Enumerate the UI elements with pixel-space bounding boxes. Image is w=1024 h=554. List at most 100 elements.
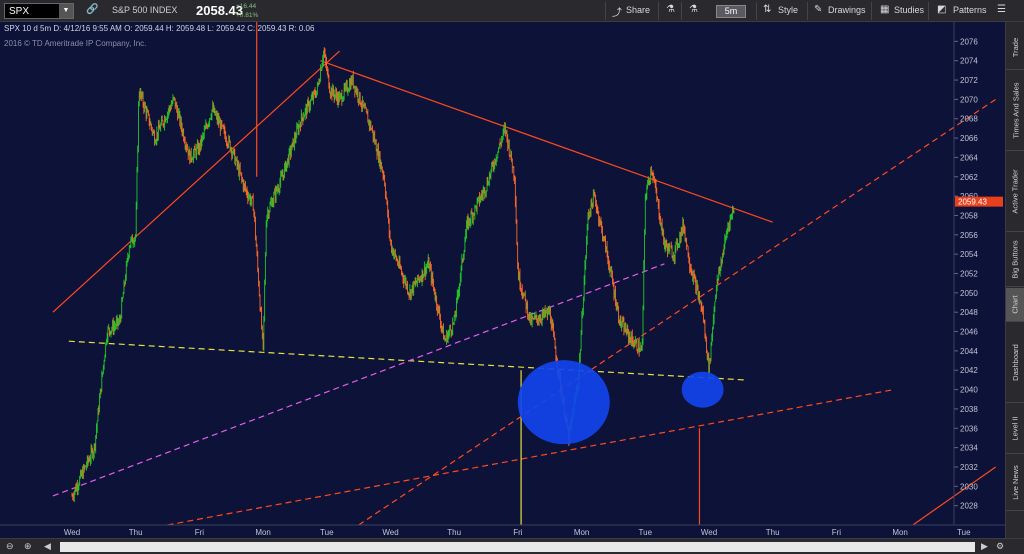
current-price-label: 2059.43 <box>955 196 1003 207</box>
x-tick-label: Mon <box>574 528 590 537</box>
patterns-icon[interactable]: ◩ <box>937 4 946 15</box>
toolbar-divider <box>605 2 606 20</box>
tab-label: Live News <box>1011 465 1021 500</box>
chevron-right-icon[interactable]: ▶ <box>981 541 988 552</box>
chart-info-line: SPX 10 d 5m D: 4/12/16 9:55 AM O: 2059.4… <box>4 24 315 33</box>
tab-label: Level II <box>1011 416 1020 441</box>
tab-chart[interactable]: Chart <box>1006 288 1024 322</box>
tab-big-buttons[interactable]: Big Buttons <box>1006 233 1024 287</box>
toolbar: SPX ▼ 🔗 S&P 500 INDEX 2058.43 +16.44 +0.… <box>0 0 1024 22</box>
symbol-input[interactable]: SPX <box>9 6 29 17</box>
y-tick-label: 2028 <box>960 502 978 511</box>
studies-icon[interactable]: ▦ <box>880 4 889 15</box>
x-tick-label: Fri <box>513 528 523 537</box>
y-tick-label: 2050 <box>960 289 978 298</box>
price-chart[interactable]: 2028 2030 2032 2034 2036 2038 2040 2042 2044 2046… <box>0 22 1005 538</box>
y-tick-label: 2038 <box>960 405 978 414</box>
y-tick-label: 2068 <box>960 115 978 124</box>
y-tick-label: 2072 <box>960 76 978 85</box>
y-tick-label: 2036 <box>960 424 978 433</box>
y-tick-label: 2074 <box>960 57 978 66</box>
chart-background <box>0 22 1005 538</box>
y-tick-label: 2066 <box>960 134 978 143</box>
chevron-down-icon[interactable]: ▼ <box>59 4 73 18</box>
zoom-icon[interactable]: ⊕ <box>24 541 32 552</box>
tab-label: Active Trader <box>1011 169 1020 214</box>
toolbar-divider <box>871 2 872 20</box>
symbol-selector[interactable]: SPX ▼ <box>4 3 74 19</box>
x-tick-label: Wed <box>701 528 717 537</box>
y-tick-label: 2046 <box>960 328 978 337</box>
y-tick-label: 2034 <box>960 444 978 453</box>
y-tick-label: 2044 <box>960 347 978 356</box>
price-change: +16.44 <box>236 3 257 10</box>
x-tick-label: Wed <box>64 528 80 537</box>
tab-level-ii[interactable]: Level II <box>1006 404 1024 454</box>
y-tick-label: 2032 <box>960 463 978 472</box>
horizontal-scrollbar[interactable] <box>60 542 975 552</box>
x-tick-label: Mon <box>892 528 908 537</box>
y-tick-label: 2048 <box>960 308 978 317</box>
tab-label: Dashboard <box>1011 344 1021 381</box>
y-tick-label: 2056 <box>960 231 978 240</box>
patterns-button[interactable]: Patterns <box>953 5 987 15</box>
share-icon[interactable]: ⤴ <box>612 4 622 19</box>
x-tick-label: Fri <box>832 528 842 537</box>
x-tick-label: Tue <box>639 528 653 537</box>
tab-live-news[interactable]: Live News <box>1006 455 1024 511</box>
y-tick-label: 2030 <box>960 482 978 491</box>
y-tick-label: 2062 <box>960 173 978 182</box>
tab-trade[interactable]: Trade <box>1006 26 1024 70</box>
x-tick-label: Mon <box>255 528 271 537</box>
tab-active-trader[interactable]: Active Trader <box>1006 152 1024 232</box>
tab-label: Chart <box>1011 295 1020 314</box>
marker-circle <box>681 371 724 408</box>
x-tick-label: Thu <box>129 528 143 537</box>
price-change-pct: +0.81% <box>236 12 259 19</box>
tab-dashboard[interactable]: Dashboard <box>1006 323 1024 403</box>
marker-circle <box>517 360 610 445</box>
y-tick-label: 2070 <box>960 95 978 104</box>
y-tick-label: 2054 <box>960 250 978 259</box>
x-tick-label: Tue <box>320 528 334 537</box>
menu-icon[interactable]: ☰ <box>997 4 1006 15</box>
y-tick-label: 2076 <box>960 37 978 46</box>
zoom-icon[interactable]: ⊖ <box>6 541 14 552</box>
x-tick-label: Thu <box>766 528 780 537</box>
pencil-icon[interactable]: ✎ <box>814 4 822 15</box>
tab-times-and-sales[interactable]: Times And Sales <box>1006 71 1024 151</box>
tab-label: Big Buttons <box>1011 240 1021 279</box>
style-icon[interactable]: ⇅ <box>763 4 771 15</box>
y-tick-label: 2042 <box>960 366 978 375</box>
timeframe-button[interactable]: 5m <box>716 5 746 18</box>
flask-icon[interactable]: ⚗ <box>689 4 698 15</box>
toolbar-divider <box>681 2 682 20</box>
toolbar-divider <box>807 2 808 20</box>
x-tick-label: Thu <box>447 528 461 537</box>
x-tick-label: Tue <box>957 528 971 537</box>
bottom-scroll-bar: ⊖ ⊕ ◀ ▶ ⚙ <box>0 538 1024 554</box>
copyright-text: 2016 © TD Ameritrade IP Company, Inc. <box>4 39 147 48</box>
link-icon[interactable]: 🔗 <box>86 4 98 15</box>
right-side-tabs: Trade Times And Sales Active Trader Big But… <box>1005 22 1024 538</box>
y-tick-label: 2040 <box>960 386 978 395</box>
drawings-button[interactable]: Drawings <box>828 5 866 15</box>
index-name: S&P 500 INDEX <box>112 5 178 15</box>
toolbar-divider <box>756 2 757 20</box>
y-tick-label: 2064 <box>960 153 978 162</box>
tab-label: Trade <box>1011 37 1021 58</box>
toolbar-divider <box>658 2 659 20</box>
flask-icon[interactable]: ⚗ <box>666 4 675 15</box>
tab-label: Times And Sales <box>1011 82 1020 139</box>
price-tag-text: 2059.43 <box>958 198 987 207</box>
y-tick-label: 2058 <box>960 211 978 220</box>
chevron-left-icon[interactable]: ◀ <box>44 541 51 552</box>
toolbar-divider <box>928 2 929 20</box>
settings-icon[interactable]: ⚙ <box>996 541 1004 552</box>
y-tick-label: 2052 <box>960 270 978 279</box>
x-tick-label: Wed <box>382 528 398 537</box>
studies-button[interactable]: Studies <box>894 5 924 15</box>
share-button[interactable]: Share <box>626 5 650 15</box>
x-tick-label: Fri <box>195 528 205 537</box>
style-button[interactable]: Style <box>778 5 798 15</box>
